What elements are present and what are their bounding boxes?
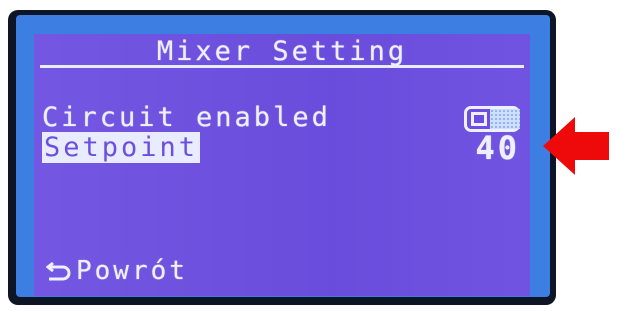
back-label: Powrót: [76, 256, 188, 286]
page-title: Mixer Setting: [156, 36, 408, 67]
red-arrow-icon: [543, 117, 609, 175]
setpoint-value[interactable]: 40: [475, 132, 520, 164]
menu-item-setpoint[interactable]: Setpoint: [42, 132, 201, 163]
setpoint-label: Setpoint: [42, 132, 201, 163]
toggle-fill: [490, 109, 520, 129]
back-button[interactable]: Powrót: [46, 256, 188, 286]
return-arrow-icon: [46, 261, 71, 281]
toggle-off-indicator: [471, 112, 487, 126]
lcd-screen: Mixer Setting Circuit enabled Setpoint 4…: [34, 34, 530, 296]
title-bar: Mixer Setting: [40, 36, 524, 68]
menu-item-circuit-enabled[interactable]: Circuit enabled: [42, 104, 331, 132]
